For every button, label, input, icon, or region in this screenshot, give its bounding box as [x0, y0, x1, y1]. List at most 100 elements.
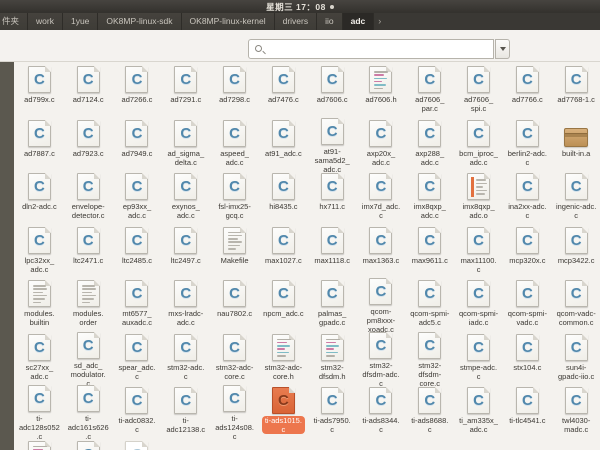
file-item[interactable]: Cimx7d_adc. c: [357, 171, 406, 225]
file-item[interactable]: Cqcom- pm8xxx- xoadc.c: [357, 278, 406, 332]
file-item[interactable]: stm32- dfsdm.h: [308, 332, 357, 386]
path-button-iio[interactable]: iio: [317, 13, 343, 30]
path-button-drivers[interactable]: drivers: [275, 13, 318, 30]
file-item[interactable]: Cat91- sama5d2_ adc.c: [308, 118, 357, 172]
file-item[interactable]: stm32-adc- core.h: [259, 332, 308, 386]
file-item[interactable]: Cltc2497.c: [161, 225, 210, 279]
file-item[interactable]: Cbcm_iproc_ adc.c: [454, 118, 503, 172]
file-item[interactable]: Makefile: [210, 225, 259, 279]
file-item[interactable]: Cimx8qxp_ adc.c: [405, 171, 454, 225]
path-button-OK8MP-linux-kernel[interactable]: OK8MP-linux-kernel: [182, 13, 275, 30]
path-button-件夹[interactable]: 件夹: [0, 13, 28, 30]
file-item[interactable]: Cad7476.c: [259, 64, 308, 118]
file-item[interactable]: Cad7606_ spi.c: [454, 64, 503, 118]
file-item[interactable]: Cstm32-adc- core.c: [210, 332, 259, 386]
file-item[interactable]: Cstx104.c: [503, 332, 552, 386]
file-item[interactable]: Cti- ads124s08. c: [210, 385, 259, 439]
file-item[interactable]: Cnau7802.c: [210, 278, 259, 332]
file-item[interactable]: Cad7124.c: [64, 64, 113, 118]
file-item[interactable]: Cstm32-adc. c: [161, 332, 210, 386]
path-button-1yue[interactable]: 1yue: [63, 13, 98, 30]
file-item[interactable]: C: [64, 439, 113, 450]
file-item[interactable]: Cmax9611.c: [405, 225, 454, 279]
path-button-adc[interactable]: adc: [343, 13, 375, 30]
file-item[interactable]: Cad_sigma_ delta.c: [161, 118, 210, 172]
file-item[interactable]: Cltc2485.c: [113, 225, 162, 279]
file-item[interactable]: Cad7298.c: [210, 64, 259, 118]
path-button-OK8MP-linux-sdk[interactable]: OK8MP-linux-sdk: [98, 13, 181, 30]
file-item[interactable]: Cti-ads8344. c: [357, 385, 406, 439]
search-input[interactable]: [267, 41, 487, 57]
file-item[interactable]: Cspear_adc. c: [113, 332, 162, 386]
file-item[interactable]: Cti-ads8688. c: [405, 385, 454, 439]
file-item[interactable]: modules. builtin: [15, 278, 64, 332]
file-item[interactable]: C: [113, 439, 162, 450]
file-item[interactable]: Cqcom-vadc- common.c: [552, 278, 600, 332]
file-item[interactable]: Cti- adc128s052 .c: [15, 385, 64, 439]
file-item[interactable]: Chx711.c: [308, 171, 357, 225]
file-item[interactable]: Cstm32- dfsdm-adc. c: [357, 332, 406, 386]
file-item[interactable]: Chi8435.c: [259, 171, 308, 225]
file-item[interactable]: Cad7266.c: [113, 64, 162, 118]
path-overflow-chevron-icon[interactable]: ›: [374, 13, 385, 30]
file-item[interactable]: Cti-ads7950. c: [308, 385, 357, 439]
file-item[interactable]: Csc27xx_ adc.c: [15, 332, 64, 386]
file-item[interactable]: Cfsl-imx25- gcq.c: [210, 171, 259, 225]
file-item[interactable]: Cad7766.c: [503, 64, 552, 118]
file-item[interactable]: Cmcp3422.c: [552, 225, 600, 279]
file-item[interactable]: Cti-tlc4541.c: [503, 385, 552, 439]
file-item[interactable]: Cad799x.c: [15, 64, 64, 118]
file-item[interactable]: [15, 439, 64, 450]
file-item[interactable]: Cdln2-adc.c: [15, 171, 64, 225]
file-item[interactable]: Cstmpe-adc. c: [454, 332, 503, 386]
file-item[interactable]: Cqcom-spmi- adc5.c: [405, 278, 454, 332]
file-item[interactable]: Csun4i- gpadc-iio.c: [552, 332, 600, 386]
file-item[interactable]: Cad7606_ par.c: [405, 64, 454, 118]
file-item[interactable]: Cep93xx_ adc.c: [113, 171, 162, 225]
file-item[interactable]: modules. order: [64, 278, 113, 332]
file-item[interactable]: Ctwl4030- madc.c: [552, 385, 600, 439]
file-item[interactable]: Cmcp320x.c: [503, 225, 552, 279]
file-item[interactable]: Cmt6577_ auxadc.c: [113, 278, 162, 332]
file-item[interactable]: Caspeed_ adc.c: [210, 118, 259, 172]
file-item[interactable]: Cmax11100. c: [454, 225, 503, 279]
file-item[interactable]: Clpc32xx_ adc.c: [15, 225, 64, 279]
file-item[interactable]: Cad7949.c: [113, 118, 162, 172]
file-item[interactable]: Cpalmas_ gpadc.c: [308, 278, 357, 332]
file-item[interactable]: Cmax1363.c: [357, 225, 406, 279]
file-item[interactable]: Cingenic-adc. c: [552, 171, 600, 225]
file-item[interactable]: Cad7887.c: [15, 118, 64, 172]
search-dropdown-button[interactable]: [495, 39, 510, 59]
file-item[interactable]: Cad7291.c: [161, 64, 210, 118]
file-item[interactable]: Csd_adc_ modulator. c: [64, 332, 113, 386]
file-item[interactable]: Cina2xx-adc. c: [503, 171, 552, 225]
file-item[interactable]: Cstm32- dfsdm- core.c: [405, 332, 454, 386]
file-item[interactable]: Cqcom-spmi- iadc.c: [454, 278, 503, 332]
file-item[interactable]: built-in.a: [552, 118, 600, 172]
file-item[interactable]: Caxp288_ adc.c: [405, 118, 454, 172]
file-item[interactable]: Cmax1027.c: [259, 225, 308, 279]
file-item[interactable]: Caxp20x_ adc.c: [357, 118, 406, 172]
file-item[interactable]: Cti- adc161s626 .c: [64, 385, 113, 439]
file-item[interactable]: Cti-ads1015. c: [259, 385, 308, 439]
file-item[interactable]: ad7606.h: [357, 64, 406, 118]
file-icon-wrap: C: [516, 171, 539, 200]
file-item[interactable]: Cad7923.c: [64, 118, 113, 172]
file-item[interactable]: imx8qxp_ adc.o: [454, 171, 503, 225]
file-item[interactable]: Cqcom-spmi- vadc.c: [503, 278, 552, 332]
path-button-work[interactable]: work: [28, 13, 63, 30]
file-item[interactable]: Cti-adc0832. c: [113, 385, 162, 439]
file-item[interactable]: Cmxs-lradc- adc.c: [161, 278, 210, 332]
c-glyph: C: [468, 339, 489, 356]
file-item[interactable]: Cberlin2-adc. c: [503, 118, 552, 172]
file-item[interactable]: Cti_am335x_ adc.c: [454, 385, 503, 439]
file-item[interactable]: Cexynos_ adc.c: [161, 171, 210, 225]
file-item[interactable]: Cti- adc12138.c: [161, 385, 210, 439]
file-item[interactable]: Cat91_adc.c: [259, 118, 308, 172]
file-item[interactable]: Cad7606.c: [308, 64, 357, 118]
file-item[interactable]: Cad7768-1.c: [552, 64, 600, 118]
file-item[interactable]: Cnpcm_adc.c: [259, 278, 308, 332]
file-item[interactable]: Cenvelope- detector.c: [64, 171, 113, 225]
file-item[interactable]: Cmax1118.c: [308, 225, 357, 279]
file-item[interactable]: Cltc2471.c: [64, 225, 113, 279]
